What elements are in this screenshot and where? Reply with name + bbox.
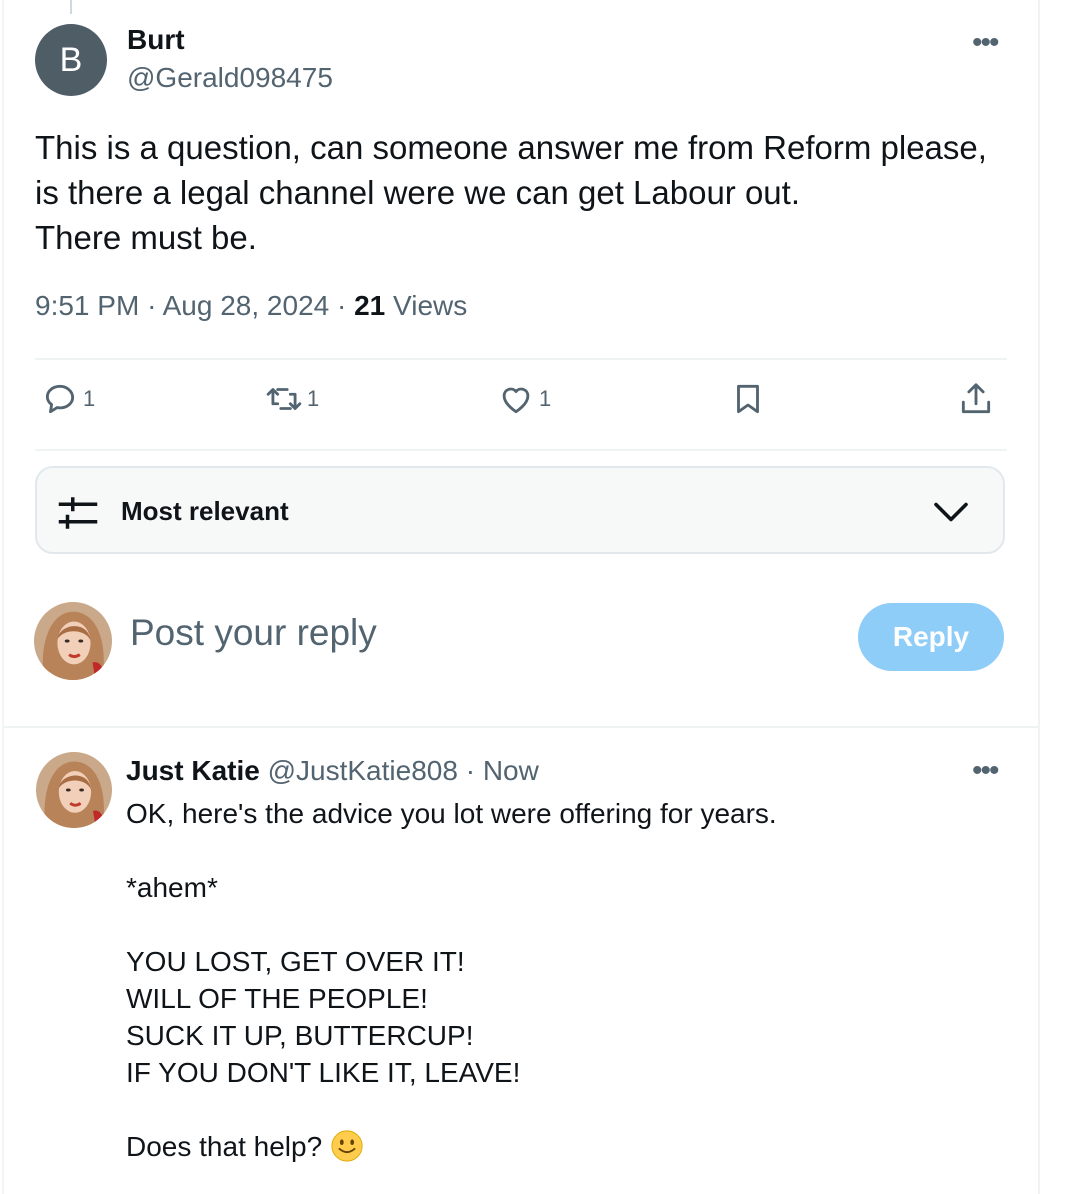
author-handle[interactable]: @Gerald098475	[127, 62, 333, 94]
post-meta: 9:51 PM · Aug 28, 2024 · 21 Views	[35, 290, 467, 322]
reply-line: IF YOU DON'T LIKE IT, LEAVE!	[126, 1057, 521, 1088]
reply-button[interactable]: Reply	[858, 603, 1004, 671]
reply-time[interactable]: Now	[483, 755, 539, 786]
divider	[35, 358, 1007, 360]
reply-author-avatar[interactable]	[36, 752, 112, 828]
post-text-line: This is a question, can someone answer m…	[35, 129, 987, 166]
reply-count: 1	[83, 386, 96, 411]
reply-author-name[interactable]: Just Katie	[126, 755, 260, 786]
sliders-icon	[58, 497, 98, 529]
reply-input[interactable]: Post your reply	[130, 612, 377, 654]
thread-line	[70, 0, 72, 14]
reply-line: YOU LOST, GET OVER IT!	[126, 946, 465, 977]
frame-border-right	[1038, 0, 1040, 1194]
repost-icon	[266, 388, 302, 410]
author-name[interactable]: Burt	[127, 24, 185, 56]
reply-line: WILL OF THE PEOPLE!	[126, 983, 428, 1014]
like-action[interactable]: 1	[497, 380, 551, 418]
sort-label: Most relevant	[121, 496, 289, 526]
reply-icon	[45, 384, 75, 414]
views-label: Views	[393, 290, 468, 321]
user-avatar[interactable]	[34, 602, 112, 680]
divider	[4, 726, 1038, 728]
reply-line: SUCK IT UP, BUTTERCUP!	[126, 1020, 474, 1051]
post-date[interactable]: Aug 28, 2024	[163, 290, 330, 321]
reply-line: OK, here's the advice you lot were offer…	[126, 798, 777, 829]
bookmark-action[interactable]	[729, 380, 767, 418]
author-avatar[interactable]: B	[35, 24, 107, 96]
sort-dropdown[interactable]: Most relevant	[35, 466, 1005, 554]
reply-action[interactable]: 1	[41, 380, 95, 418]
slightly-smiling-face-icon	[331, 1130, 363, 1162]
like-count: 1	[539, 386, 552, 411]
reply-header: Just Katie @JustKatie808 · Now	[126, 755, 539, 787]
meta-separator: ·	[337, 290, 347, 321]
share-icon	[961, 383, 991, 414]
reply-line: *ahem*	[126, 872, 218, 903]
views-count: 21	[354, 290, 386, 321]
frame-border-left	[2, 0, 4, 1194]
chevron-down-icon	[934, 502, 968, 522]
action-bar: 1 1 1	[35, 380, 1007, 430]
repost-count: 1	[307, 386, 320, 411]
avatar-letter: B	[59, 40, 83, 79]
bookmark-icon	[737, 384, 759, 414]
post-text-line: There must be.	[35, 219, 257, 256]
post-time[interactable]: 9:51 PM	[35, 290, 139, 321]
reply-text: OK, here's the advice you lot were offer…	[126, 795, 777, 1165]
share-action[interactable]	[957, 380, 995, 418]
reply-author-handle[interactable]: @JustKatie808	[268, 755, 458, 786]
meta-separator: ·	[465, 755, 476, 786]
reply-closing-line: Does that help?	[126, 1128, 777, 1165]
more-options-icon[interactable]: •••	[972, 754, 999, 788]
post-text: This is a question, can someone answer m…	[35, 125, 1025, 260]
divider	[35, 449, 1007, 451]
repost-action[interactable]: 1	[265, 380, 319, 418]
meta-separator: ·	[147, 290, 157, 321]
user-avatar-image	[34, 602, 112, 680]
reply-closing-text: Does that help?	[126, 1131, 323, 1162]
more-options-icon[interactable]: •••	[972, 26, 999, 60]
like-icon	[502, 387, 530, 414]
post-text-line: is there a legal channel were we can get…	[35, 174, 800, 211]
reply-author-avatar-image	[36, 752, 112, 828]
